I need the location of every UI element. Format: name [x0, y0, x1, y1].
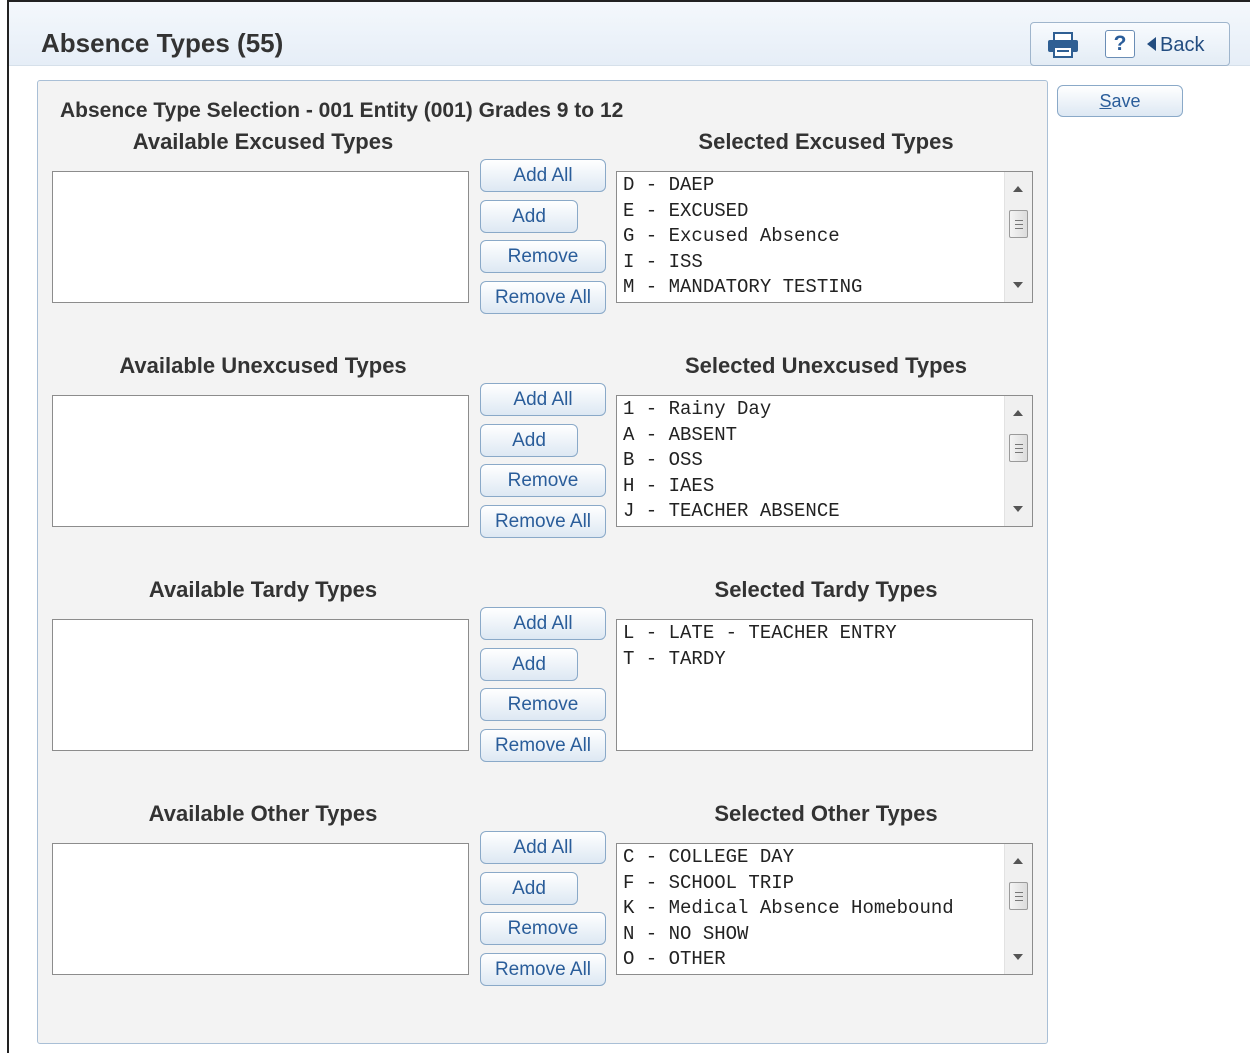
scroll-grip-line: [1015, 444, 1023, 445]
type-section: Available Tardy Types Selected Tardy Type…: [38, 577, 1049, 797]
page-title: Absence Types (55): [41, 28, 284, 58]
available-listbox[interactable]: [52, 619, 469, 751]
add-all-button[interactable]: Add All: [480, 159, 606, 192]
help-button[interactable]: ?: [1105, 30, 1135, 58]
scroll-grip-line: [1015, 224, 1023, 225]
list-option[interactable]: O - OTHER: [617, 947, 1001, 973]
back-button[interactable]: Back: [1147, 31, 1204, 59]
scroll-grip-line: [1015, 452, 1023, 453]
scroll-down-icon[interactable]: [1013, 506, 1023, 512]
save-label-underlined: S: [1099, 91, 1112, 111]
remove-button[interactable]: Remove: [480, 464, 606, 497]
available-heading: Available Other Types: [148, 801, 378, 826]
list-option[interactable]: E - EXCUSED: [617, 199, 1001, 225]
selected-listbox[interactable]: L - LATE - TEACHER ENTRY T - TARDY: [616, 619, 1033, 751]
list-option[interactable]: G - Excused Absence: [617, 224, 1001, 250]
add-button[interactable]: Add: [480, 424, 578, 457]
back-arrow-icon: [1147, 37, 1156, 51]
scroll-thumb[interactable]: [1009, 210, 1028, 238]
list-option[interactable]: L - LATE - TEACHER ENTRY: [617, 621, 1027, 647]
available-heading: Available Excused Types: [132, 129, 394, 154]
scroll-grip-line: [1015, 892, 1023, 893]
add-button[interactable]: Add: [480, 872, 578, 905]
option-list: C - COLLEGE DAY F - SCHOOL TRIP K - Medica…: [617, 844, 1032, 973]
selected-heading: Selected Unexcused Types: [684, 353, 968, 378]
selected-heading: Selected Excused Types: [698, 129, 954, 154]
toolbar-group: ? Back: [1030, 22, 1230, 66]
list-option[interactable]: 1 - Rainy Day: [617, 397, 1001, 423]
list-option[interactable]: B - OSS: [617, 448, 1001, 474]
add-all-button[interactable]: Add All: [480, 607, 606, 640]
remove-all-button[interactable]: Remove All: [480, 281, 606, 314]
save-label-rest: ave: [1111, 91, 1141, 111]
option-list: L - LATE - TEACHER ENTRY T - TARDY: [617, 620, 1032, 672]
scroll-grip-line: [1015, 448, 1023, 449]
type-section: Available Excused Types Selected Excused …: [38, 129, 1049, 349]
scroll-thumb[interactable]: [1009, 882, 1028, 910]
available-listbox[interactable]: [52, 171, 469, 303]
list-option[interactable]: K - Medical Absence Homebound: [617, 896, 1001, 922]
selected-listbox[interactable]: C - COLLEGE DAY F - SCHOOL TRIP K - Medica…: [616, 843, 1033, 975]
selected-listbox[interactable]: 1 - Rainy Day A - ABSENT B - OSS H - IAES J …: [616, 395, 1033, 527]
printer-icon[interactable]: [1045, 31, 1081, 59]
scroll-up-icon[interactable]: [1013, 410, 1023, 416]
remove-button[interactable]: Remove: [480, 912, 606, 945]
selected-listbox[interactable]: D - DAEP E - EXCUSED G - Excused Absence I …: [616, 171, 1033, 303]
scroll-thumb[interactable]: [1009, 434, 1028, 462]
scroll-up-icon[interactable]: [1013, 186, 1023, 192]
page-frame: Absence Types (55) ? Back Save Absence T…: [7, 0, 1250, 1053]
selected-heading: Selected Other Types: [714, 801, 938, 826]
add-button[interactable]: Add: [480, 200, 578, 233]
list-option[interactable]: N - NO SHOW: [617, 922, 1001, 948]
list-option[interactable]: C - COLLEGE DAY: [617, 845, 1001, 871]
scrollbar[interactable]: [1004, 844, 1032, 974]
list-option[interactable]: H - IAES: [617, 474, 1001, 500]
scroll-grip-line: [1015, 900, 1023, 901]
save-button[interactable]: Save: [1057, 85, 1183, 117]
selected-heading: Selected Tardy Types: [714, 577, 938, 602]
absence-type-selection-panel: Absence Type Selection - 001 Entity (001…: [37, 80, 1048, 1044]
scroll-grip-line: [1015, 896, 1023, 897]
scroll-grip-line: [1015, 220, 1023, 221]
panel-title: Absence Type Selection - 001 Entity (001…: [60, 99, 624, 122]
remove-all-button[interactable]: Remove All: [480, 729, 606, 762]
remove-all-button[interactable]: Remove All: [480, 953, 606, 986]
remove-button[interactable]: Remove: [480, 240, 606, 273]
list-option[interactable]: M - MANDATORY TESTING: [617, 275, 1001, 301]
list-option[interactable]: D - DAEP: [617, 173, 1001, 199]
list-option[interactable]: A - ABSENT: [617, 423, 1001, 449]
available-heading: Available Tardy Types: [148, 577, 378, 602]
available-listbox[interactable]: [52, 843, 469, 975]
list-option[interactable]: J - TEACHER ABSENCE: [617, 499, 1001, 525]
scroll-up-icon[interactable]: [1013, 858, 1023, 864]
option-list: 1 - Rainy Day A - ABSENT B - OSS H - IAES J …: [617, 396, 1032, 525]
title-bar: Absence Types (55) ? Back: [9, 2, 1250, 66]
list-option[interactable]: T - TARDY: [617, 647, 1027, 673]
add-all-button[interactable]: Add All: [480, 383, 606, 416]
scroll-grip-line: [1015, 228, 1023, 229]
back-label: Back: [1160, 34, 1205, 56]
remove-all-button[interactable]: Remove All: [480, 505, 606, 538]
available-heading: Available Unexcused Types: [119, 353, 407, 378]
list-option[interactable]: F - SCHOOL TRIP: [617, 871, 1001, 897]
type-section: Available Unexcused Types Selected Unexcu…: [38, 353, 1049, 573]
type-section: Available Other Types Selected Other Type…: [38, 801, 1049, 1021]
scrollbar[interactable]: [1004, 172, 1032, 302]
option-list: D - DAEP E - EXCUSED G - Excused Absence I …: [617, 172, 1032, 301]
list-option[interactable]: I - ISS: [617, 250, 1001, 276]
remove-button[interactable]: Remove: [480, 688, 606, 721]
scroll-down-icon[interactable]: [1013, 954, 1023, 960]
scrollbar[interactable]: [1004, 396, 1032, 526]
add-all-button[interactable]: Add All: [480, 831, 606, 864]
add-button[interactable]: Add: [480, 648, 578, 681]
available-listbox[interactable]: [52, 395, 469, 527]
scroll-down-icon[interactable]: [1013, 282, 1023, 288]
